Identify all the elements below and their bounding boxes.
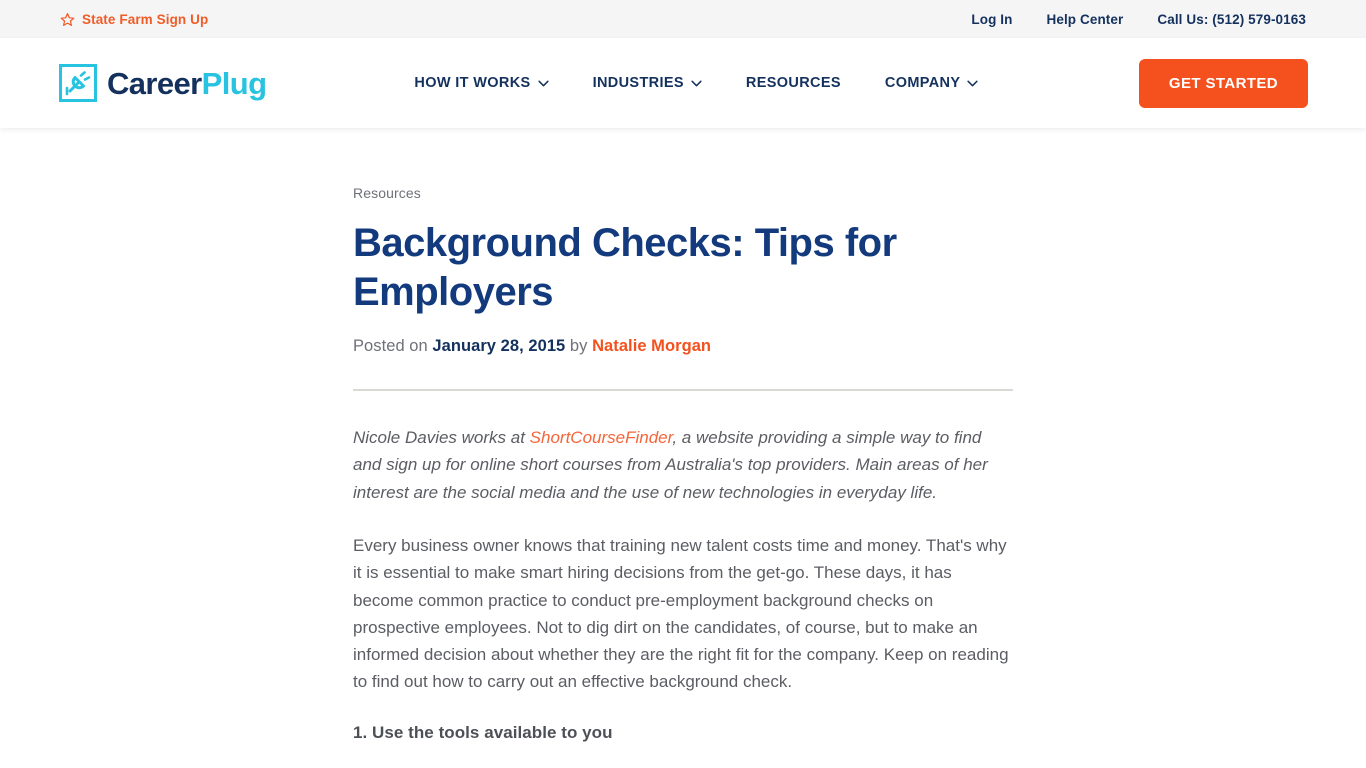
state-farm-sign-up-label: State Farm Sign Up [82,11,209,27]
byline-by-text: by [565,336,593,355]
nav-label-how-it-works: HOW IT WORKS [414,75,531,91]
page-content: Resources Background Checks: Tips for Em… [0,128,1366,768]
careerplug-logo[interactable]: CareerPlug [58,63,267,103]
nav-item-resources[interactable]: RESOURCES [746,75,841,91]
logo-wordmark: CareerPlug [107,65,267,101]
get-started-button[interactable]: GET STARTED [1138,58,1308,108]
byline-posted-prefix: Posted on [353,336,433,355]
utility-bar-left: State Farm Sign Up [60,12,208,27]
call-us-link[interactable]: Call Us: (512) 579-0163 [1157,12,1306,27]
logo-text-plug: Plug [201,65,267,101]
nav-item-industries[interactable]: INDUSTRIES [593,75,702,91]
utility-bar-right: Log In Help Center Call Us: (512) 579-01… [971,12,1306,27]
nav-label-company: COMPANY [884,75,961,91]
nav-label-industries: INDUSTRIES [592,75,684,91]
article-subheading-1: 1. Use the tools available to you [353,723,613,743]
state-farm-sign-up-link[interactable]: State Farm Sign Up [60,12,208,27]
shortcoursefinder-link[interactable]: ShortCourseFinder [530,428,673,447]
nav-item-company[interactable]: COMPANY [885,75,979,91]
article-divider [353,388,1013,391]
chevron-down-icon [537,80,549,87]
chevron-down-icon [691,80,702,87]
log-in-link[interactable]: Log In [971,12,1012,27]
breadcrumb-resources[interactable]: Resources [353,185,421,201]
chevron-down-icon [967,80,979,87]
help-center-link[interactable]: Help Center [1046,12,1123,27]
byline-date: January 28, 2015 [432,336,566,355]
article-paragraph-1: Every business owner knows that training… [353,536,1009,692]
byline-author-link[interactable]: Natalie Morgan [592,337,711,355]
blog-article: Resources Background Checks: Tips for Em… [353,128,1013,743]
site-header: CareerPlug HOW IT WORKS INDUSTRIES RESOU… [0,38,1366,128]
primary-navigation: HOW IT WORKS INDUSTRIES RESOURCES COMPAN… [414,75,979,91]
page-title: Background Checks: Tips for Employers [353,221,897,314]
plug-icon [58,63,98,103]
nav-label-resources: RESOURCES [745,75,841,91]
logo-text-career: Career [107,65,202,101]
byline: Posted on January 28, 2015 by Natalie Mo… [353,337,1013,356]
star-icon [60,12,75,27]
nav-item-how-it-works[interactable]: HOW IT WORKS [414,75,549,91]
intro-text-before-link: Nicole Davies works at [353,427,530,447]
article-intro-paragraph: Nicole Davies works at ShortCourseFinder… [353,424,1013,507]
utility-bar: State Farm Sign Up Log In Help Center Ca… [0,0,1366,38]
